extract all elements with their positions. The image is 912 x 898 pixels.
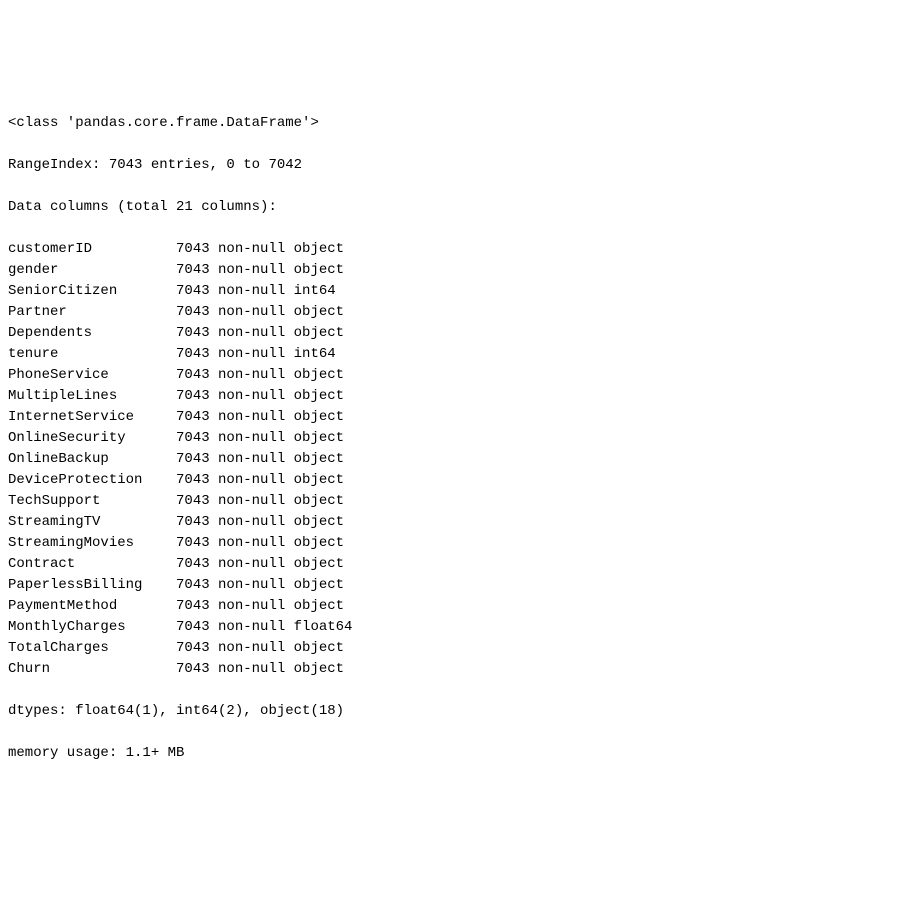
column-row: PaperlessBilling 7043 non-null object (8, 575, 904, 596)
class-line: <class 'pandas.core.frame.DataFrame'> (8, 113, 904, 134)
column-row: StreamingTV 7043 non-null object (8, 512, 904, 533)
range-index-line: RangeIndex: 7043 entries, 0 to 7042 (8, 155, 904, 176)
memory-usage: memory usage: 1.1+ MB (8, 743, 904, 764)
column-row: customerID 7043 non-null object (8, 239, 904, 260)
column-row: MultipleLines 7043 non-null object (8, 386, 904, 407)
column-row: gender 7043 non-null object (8, 260, 904, 281)
column-row: Dependents 7043 non-null object (8, 323, 904, 344)
column-row: MonthlyCharges 7043 non-null float64 (8, 617, 904, 638)
column-row: StreamingMovies 7043 non-null object (8, 533, 904, 554)
column-row: PaymentMethod 7043 non-null object (8, 596, 904, 617)
column-row: TotalCharges 7043 non-null object (8, 638, 904, 659)
column-row: PhoneService 7043 non-null object (8, 365, 904, 386)
dtypes-summary: dtypes: float64(1), int64(2), object(18) (8, 701, 904, 722)
columns-list: customerID 7043 non-null objectgender 70… (8, 239, 904, 680)
column-row: OnlineBackup 7043 non-null object (8, 449, 904, 470)
data-columns-line: Data columns (total 21 columns): (8, 197, 904, 218)
column-row: SeniorCitizen 7043 non-null int64 (8, 281, 904, 302)
column-row: tenure 7043 non-null int64 (8, 344, 904, 365)
dataframe-info-output: <class 'pandas.core.frame.DataFrame'> Ra… (8, 92, 904, 785)
column-row: OnlineSecurity 7043 non-null object (8, 428, 904, 449)
column-row: Partner 7043 non-null object (8, 302, 904, 323)
column-row: InternetService 7043 non-null object (8, 407, 904, 428)
column-row: TechSupport 7043 non-null object (8, 491, 904, 512)
column-row: Churn 7043 non-null object (8, 659, 904, 680)
column-row: DeviceProtection 7043 non-null object (8, 470, 904, 491)
